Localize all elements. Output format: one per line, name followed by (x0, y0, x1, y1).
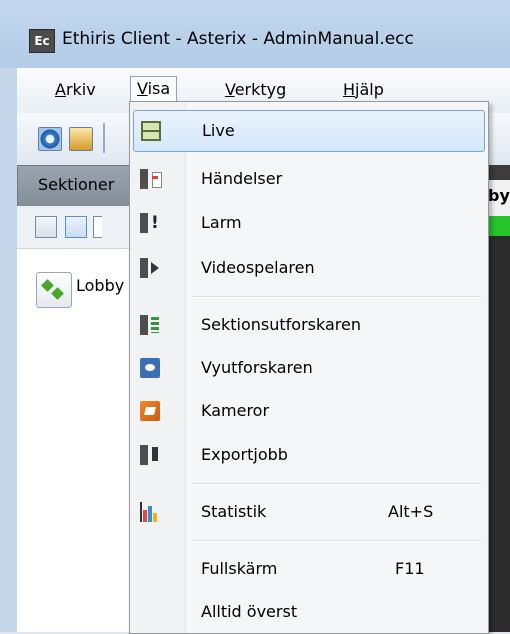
menu-item-videospelaren[interactable]: Videospelaren (133, 248, 485, 290)
sections-tree (17, 249, 131, 632)
visa-menu-dropdown: Live Händelser ! Larm Videospelaren Sekt… (129, 101, 489, 634)
alarm-icon: ! (140, 213, 160, 233)
view-explorer-icon (140, 358, 160, 378)
menu-arkiv[interactable]: Arkiv (49, 78, 102, 101)
export-job-icon (140, 445, 160, 465)
statistics-icon (140, 502, 160, 522)
menu-hjalp[interactable]: Hjälp (337, 78, 390, 101)
status-bar-green (488, 216, 510, 236)
folder-icon[interactable] (69, 127, 93, 151)
menu-item-alltid-overst[interactable]: Alltid överst (133, 592, 485, 634)
tree-item-lobby[interactable]: Lobby (76, 276, 124, 295)
video-area (488, 236, 510, 632)
window-frame (0, 68, 17, 632)
menu-item-fullskarm[interactable]: Fullskärm F11 (133, 549, 485, 591)
menu-item-live[interactable]: Live (133, 110, 485, 152)
view-tab[interactable]: by (488, 180, 510, 216)
menu-item-exportjobb[interactable]: Exportjobb (133, 435, 485, 477)
cameras-icon (140, 401, 160, 421)
window-title: Ethiris Client - Asterix - AdminManual.e… (62, 29, 414, 49)
menu-item-statistik[interactable]: Statistik Alt+S (133, 492, 485, 534)
list-view-icon[interactable] (65, 216, 87, 238)
gear-icon[interactable] (38, 127, 62, 151)
live-icon (141, 121, 161, 141)
title-bar: Ec Ethiris Client - Asterix - AdminManua… (0, 0, 510, 68)
sections-panel-toolbar (17, 206, 130, 249)
menu-separator (192, 483, 482, 485)
sections-panel-header: Sektioner (17, 165, 132, 207)
video-player-icon (140, 258, 160, 278)
section-explorer-icon (140, 315, 160, 335)
menu-item-handelser[interactable]: Händelser (133, 159, 485, 201)
app-icon: Ec (29, 29, 55, 53)
section-icon[interactable] (36, 272, 72, 308)
tree-view-icon[interactable] (35, 216, 57, 238)
menu-item-kameror[interactable]: Kameror (133, 391, 485, 433)
menu-separator (192, 540, 482, 542)
menu-item-vyutforskaren[interactable]: Vyutforskaren (133, 348, 485, 390)
menu-verktyg[interactable]: Verktyg (219, 78, 292, 101)
toolbar-separator (103, 123, 105, 153)
menu-item-sektionsutforskaren[interactable]: Sektionsutforskaren (133, 305, 485, 347)
menu-separator (192, 296, 482, 298)
menu-item-larm[interactable]: ! Larm (133, 203, 485, 245)
events-icon (140, 169, 162, 189)
view-option-icon[interactable] (93, 216, 102, 238)
